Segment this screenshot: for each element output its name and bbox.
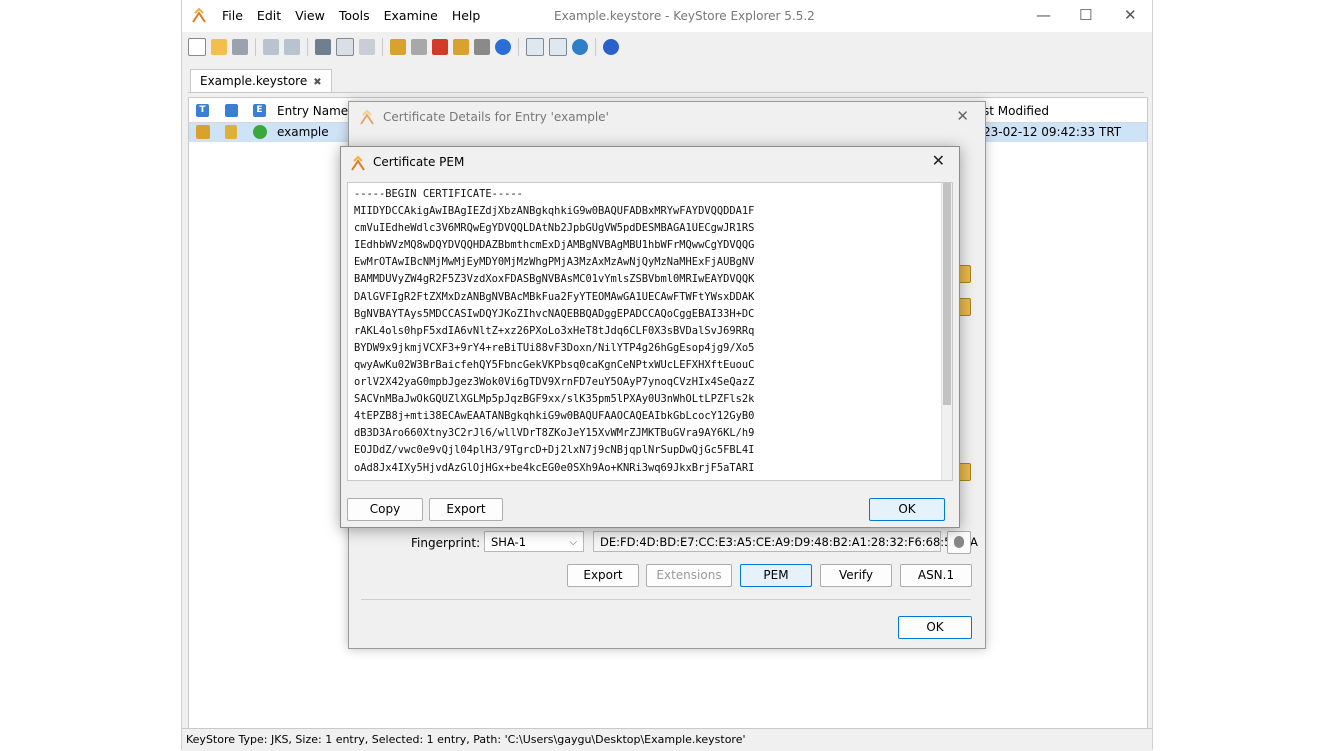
toolbar-separator: [255, 38, 256, 56]
scrollbar-thumb[interactable]: [943, 183, 951, 405]
fingerprint-value-field[interactable]: DE:FD:4D:BD:E7:CC:E3:A5:CE:A9:D9:48:B2:A…: [593, 531, 978, 552]
menu-view[interactable]: View: [295, 8, 325, 23]
close-window-button[interactable]: ✕: [1124, 6, 1137, 24]
copy-icon[interactable]: [336, 38, 354, 56]
keypair-icon: [196, 125, 210, 139]
divider: [361, 599, 971, 600]
window-title: Example.keystore - KeyStore Explorer 5.5…: [554, 9, 815, 23]
toolbar-separator: [382, 38, 383, 56]
col-entry-name[interactable]: Entry Name: [277, 104, 348, 118]
copy-fingerprint-button[interactable]: [947, 531, 971, 554]
undo-icon[interactable]: [263, 39, 279, 55]
new-icon[interactable]: [188, 38, 206, 56]
menu-bar: File Edit View Tools Examine Help: [222, 8, 494, 23]
toolbar: [188, 36, 619, 58]
close-pem-dialog-button[interactable]: ✕: [932, 151, 945, 170]
pem-ok-button[interactable]: OK: [869, 498, 945, 521]
pem-text: -----BEGIN CERTIFICATE----- MIIDYDCCAkig…: [354, 188, 755, 474]
fingerprint-value: DE:FD:4D:BD:E7:CC:E3:A5:CE:A9:D9:48:B2:A…: [600, 535, 978, 549]
close-tab-icon[interactable]: ✖: [313, 77, 321, 88]
minimize-button[interactable]: —: [1036, 6, 1051, 24]
pem-dialog-title: Certificate PEM: [373, 155, 465, 169]
chevron-down-icon: ⌵: [569, 537, 577, 548]
verify-button[interactable]: Verify: [820, 564, 892, 587]
menu-examine[interactable]: Examine: [384, 8, 438, 23]
toolbar-separator: [518, 38, 519, 56]
lock-icon: [225, 125, 237, 139]
generate-keypair-icon[interactable]: [390, 39, 406, 55]
asn1-button[interactable]: ASN.1: [900, 564, 972, 587]
tab-strip: Example.keystore ✖: [188, 68, 1144, 93]
title-bar: File Edit View Tools Examine Help Exampl…: [182, 0, 1152, 32]
pem-button[interactable]: PEM: [740, 564, 812, 587]
status-bar: KeyStore Type: JKS, Size: 1 entry, Selec…: [182, 728, 1152, 751]
properties-icon[interactable]: [495, 39, 511, 55]
col-expiry[interactable]: E: [253, 104, 266, 117]
certificate-pem-dialog: Certificate PEM ✕ -----BEGIN CERTIFICATE…: [340, 146, 960, 528]
keystore-explorer-icon: [192, 7, 206, 23]
save-icon[interactable]: [232, 39, 248, 55]
extensions-button[interactable]: Extensions: [646, 564, 732, 587]
menu-tools[interactable]: Tools: [339, 8, 370, 23]
col-last-modified[interactable]: st Modified: [983, 104, 1049, 118]
examine-file-icon[interactable]: [526, 38, 544, 56]
maximize-button[interactable]: ☐: [1079, 6, 1092, 24]
examine-clipboard-icon[interactable]: [549, 38, 567, 56]
fingerprint-algorithm-value: SHA-1: [491, 535, 527, 549]
valid-check-icon: [253, 125, 267, 139]
close-dialog-button[interactable]: ✕: [956, 107, 969, 125]
status-text: KeyStore Type: JKS, Size: 1 entry, Selec…: [186, 733, 746, 746]
generate-secret-key-icon[interactable]: [411, 39, 427, 55]
help-icon[interactable]: [603, 39, 619, 55]
vertical-scrollbar[interactable]: [941, 183, 952, 480]
fingerprint-algorithm-select[interactable]: SHA-1 ⌵: [484, 531, 584, 552]
toolbar-separator: [595, 38, 596, 56]
details-ok-button[interactable]: OK: [898, 616, 972, 639]
set-password-icon[interactable]: [474, 39, 490, 55]
fingerprint-icon: [954, 536, 964, 548]
entry-name: example: [277, 125, 329, 139]
keystore-explorer-icon: [360, 109, 374, 125]
redo-icon[interactable]: [284, 39, 300, 55]
lock-icon[interactable]: [225, 104, 238, 117]
dialog-title: Certificate Details for Entry 'example': [383, 110, 609, 124]
entry-last-modified: 23-02-12 09:42:33 TRT: [983, 125, 1122, 139]
export-button[interactable]: Export: [567, 564, 639, 587]
toolbar-separator: [307, 38, 308, 56]
import-certificate-icon[interactable]: [432, 39, 448, 55]
paste-icon[interactable]: [359, 39, 375, 55]
menu-file[interactable]: File: [222, 8, 243, 23]
open-icon[interactable]: [211, 39, 227, 55]
copy-button[interactable]: Copy: [347, 498, 423, 521]
import-keypair-icon[interactable]: [453, 39, 469, 55]
examine-ssl-icon[interactable]: [572, 39, 588, 55]
menu-help[interactable]: Help: [452, 8, 481, 23]
menu-edit[interactable]: Edit: [257, 8, 281, 23]
export-pem-button[interactable]: Export: [429, 498, 503, 521]
pem-text-area[interactable]: -----BEGIN CERTIFICATE----- MIIDYDCCAkig…: [347, 182, 953, 481]
tab-example-keystore[interactable]: Example.keystore ✖: [190, 69, 332, 92]
tab-label: Example.keystore: [200, 74, 308, 88]
keystore-explorer-icon: [351, 155, 365, 171]
col-entry-type[interactable]: T: [196, 104, 209, 117]
cut-icon[interactable]: [315, 39, 331, 55]
fingerprint-label: Fingerprint:: [411, 536, 481, 550]
